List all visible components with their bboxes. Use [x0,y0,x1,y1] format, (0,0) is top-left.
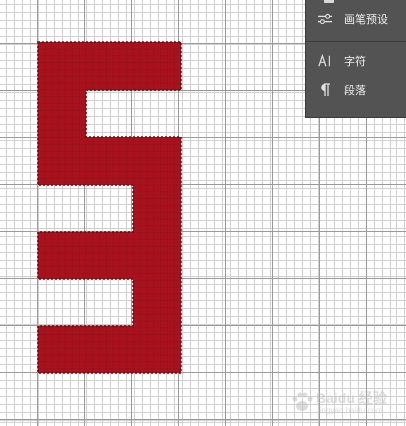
side-panel: 画笔预设 字符 段落 [305,0,406,118]
baidu-watermark: Baidu 经验 jingyan.baidu.com [290,386,402,420]
panel-item-paragraph[interactable]: 段落 [306,78,406,102]
watermark-text: Baidu 经验 [316,390,387,406]
paragraph-icon [318,82,332,98]
panel-top-icon[interactable] [324,0,334,3]
panel-item-label: 字符 [344,55,366,68]
panel-item-label: 段落 [344,84,366,97]
panel-item-label: 画笔预设 [344,13,388,26]
watermark-subtext: jingyan.baidu.com [318,406,383,415]
paw-icon [292,392,313,411]
panel-divider [306,41,406,42]
panel-item-character[interactable]: 字符 [306,49,406,73]
brush-presets-icon [318,11,332,27]
character-icon [318,53,332,69]
s-shape-selection [37,41,182,374]
panel-item-brush-presets[interactable]: 画笔预设 [306,7,406,31]
